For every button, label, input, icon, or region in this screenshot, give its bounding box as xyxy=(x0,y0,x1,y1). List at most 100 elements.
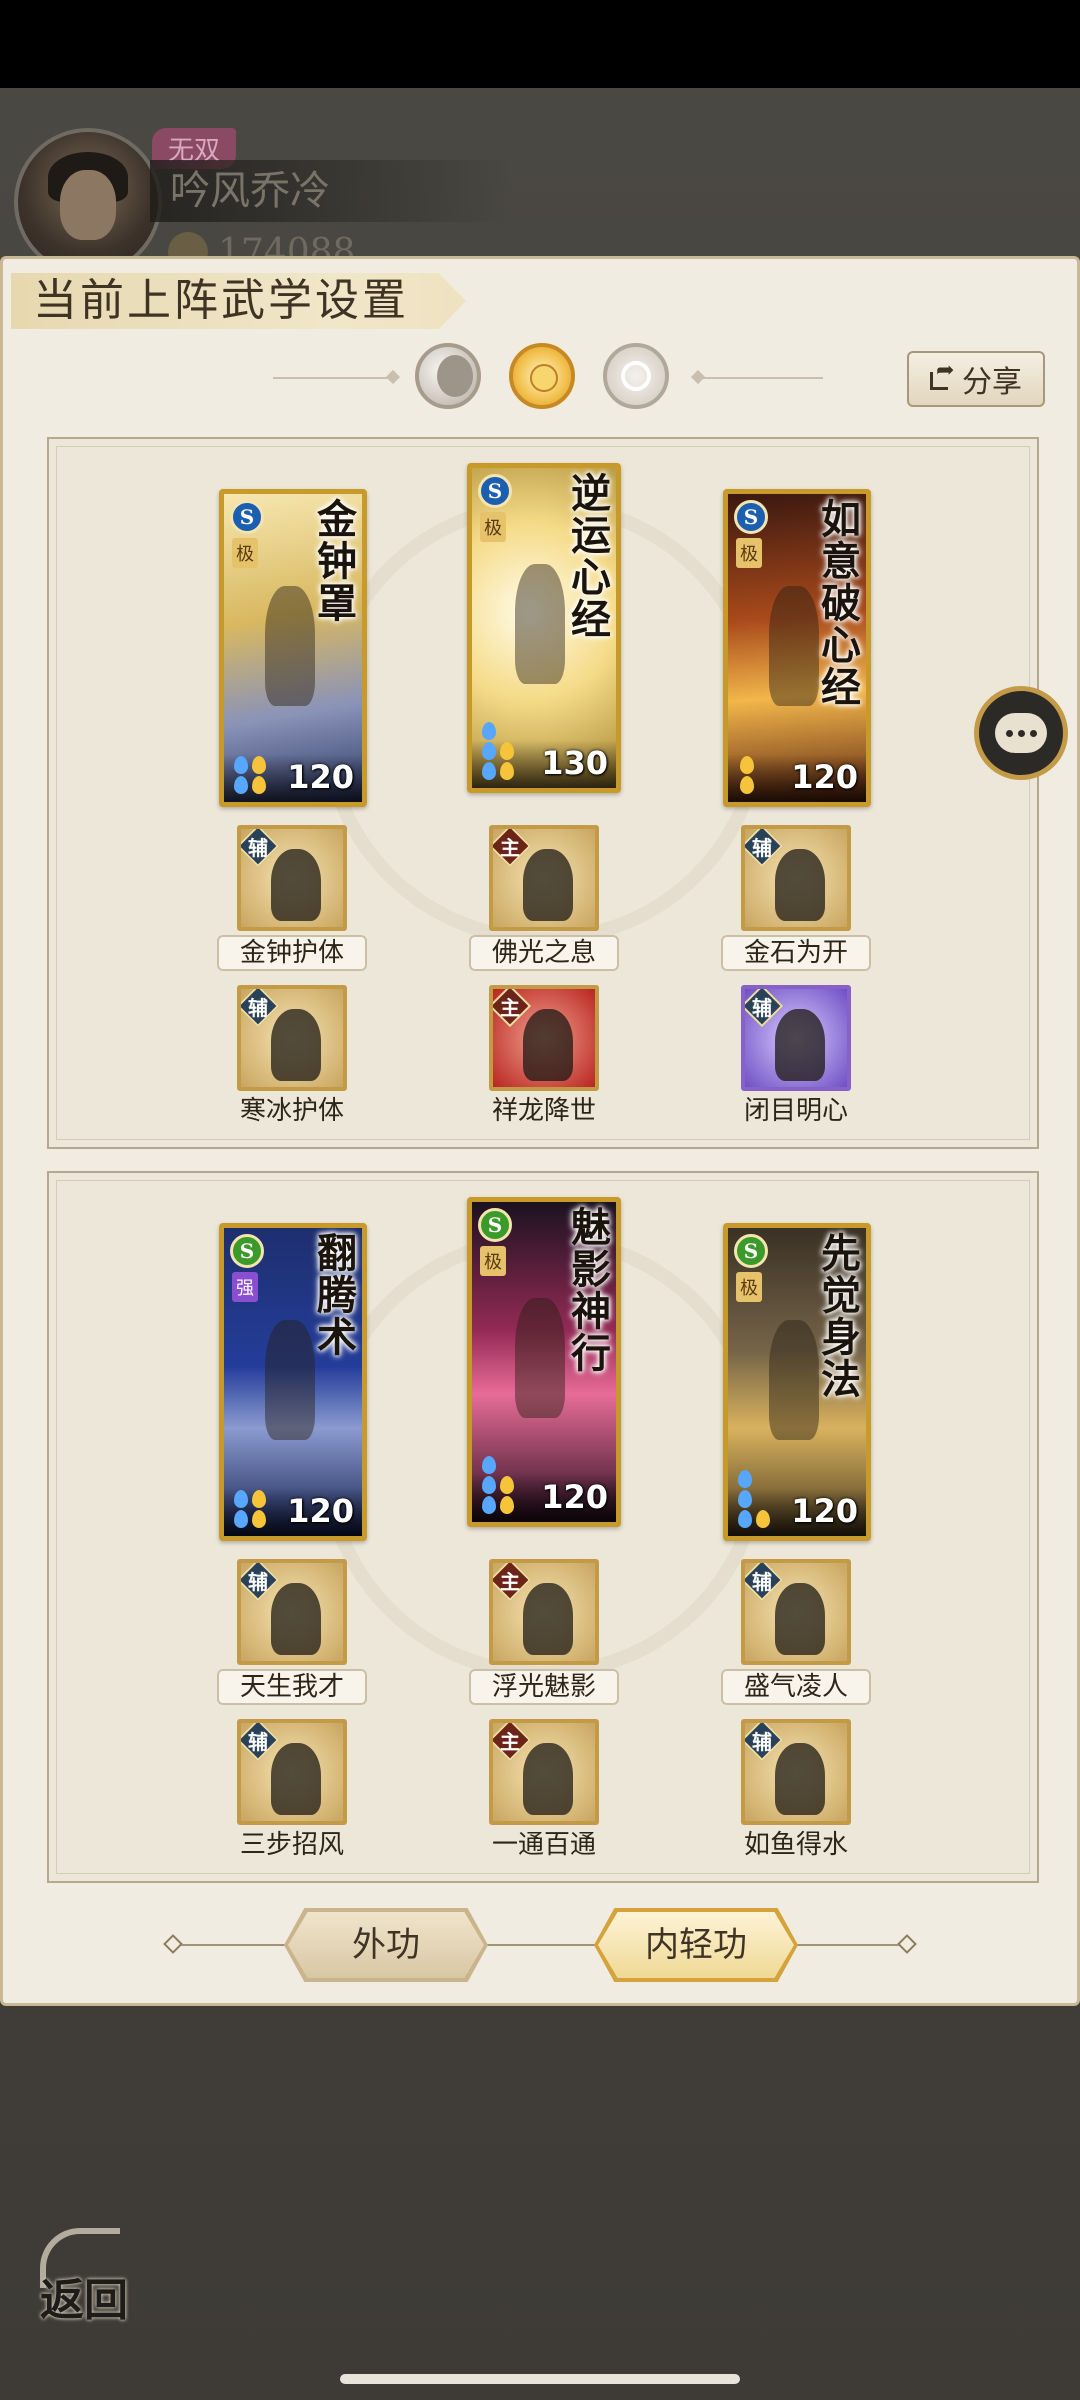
sub-skill-label: 闭目明心 xyxy=(743,1096,848,1126)
gold-gem-icon xyxy=(252,1490,266,1508)
blue-gem-icon xyxy=(738,1510,752,1528)
martial-arts-setup-modal: 当前上阵武学设置 分享 S 极 金钟罩 120 S 极 逆运心经 xyxy=(0,256,1080,2006)
gold-gem-icon xyxy=(756,1510,770,1528)
home-indicator[interactable] xyxy=(340,2374,740,2384)
blue-gem-icon xyxy=(482,1496,496,1514)
chat-button[interactable] xyxy=(974,686,1068,780)
skill-silhouette xyxy=(523,1009,573,1081)
share-button[interactable]: 分享 xyxy=(907,351,1045,407)
sub-skill-icon[interactable]: 主 xyxy=(489,985,599,1091)
gold-gem-icon xyxy=(500,1496,514,1514)
blue-gem-icon xyxy=(482,742,496,760)
sub-skill-label: 祥龙降世 xyxy=(491,1096,596,1126)
sub-skill-label: 盛气凌人 xyxy=(721,1669,871,1705)
divider-left xyxy=(273,377,393,379)
skill-card-4[interactable]: S 强 翻腾术 120 xyxy=(219,1223,367,1541)
agility-type-icon: S xyxy=(478,1208,512,1242)
internal-type-icon: S xyxy=(478,474,512,508)
skill-tag-text: 主 xyxy=(500,1569,520,1594)
assist-tag-icon: 辅 xyxy=(745,1723,781,1759)
skill-silhouette xyxy=(271,1583,321,1655)
sun-phase-icon[interactable] xyxy=(509,343,575,409)
sub-skill-label: 金石为开 xyxy=(721,935,871,971)
internal-type-icon: S xyxy=(734,500,768,534)
tab-divider-left xyxy=(178,1944,290,1946)
player-name: 吟风乔冷 xyxy=(150,160,510,222)
card-figure xyxy=(769,586,820,707)
chat-icon xyxy=(995,713,1047,753)
main-tag-icon: 主 xyxy=(493,1723,529,1759)
sub-skill-icon[interactable]: 辅 xyxy=(741,1719,851,1825)
skill-tag-text: 辅 xyxy=(752,835,772,860)
sub-skill-icon[interactable]: 辅 xyxy=(237,825,347,931)
card-figure xyxy=(769,1320,820,1441)
sub-skill-label: 寒冰护体 xyxy=(239,1096,344,1126)
skill-card-2[interactable]: S 极 逆运心经 130 xyxy=(467,463,621,793)
share-icon xyxy=(930,358,956,392)
card-figure xyxy=(515,1298,566,1418)
card-title: 魅影神行 xyxy=(564,1206,611,1374)
tab-divider-mid xyxy=(484,1944,600,1946)
sub-skill-icon[interactable]: 主 xyxy=(489,825,599,931)
sub-skill-icon[interactable]: 辅 xyxy=(237,985,347,1091)
gold-gem-icon xyxy=(252,756,266,774)
blue-gem-icon xyxy=(234,1510,248,1528)
status-bar xyxy=(0,0,1080,88)
sub-skill-label: 如鱼得水 xyxy=(743,1830,848,1860)
sub-skill-icon[interactable]: 辅 xyxy=(237,1559,347,1665)
card-title: 如意破心经 xyxy=(814,498,861,708)
skill-silhouette xyxy=(271,849,321,921)
card-value: 120 xyxy=(541,1478,608,1516)
assist-tag-icon: 辅 xyxy=(241,1563,277,1599)
tab-neiqing[interactable]: 内轻功 xyxy=(598,1912,794,1978)
main-tag-icon: 主 xyxy=(493,829,529,865)
assist-tag-icon: 辅 xyxy=(241,829,277,865)
blue-gem-icon xyxy=(482,762,496,780)
skill-tag-text: 辅 xyxy=(752,1729,772,1754)
skill-silhouette xyxy=(523,849,573,921)
sub-skill-icon[interactable]: 辅 xyxy=(237,1719,347,1825)
sub-skill-icon[interactable]: 辅 xyxy=(741,985,851,1091)
assist-tag-icon: 辅 xyxy=(241,989,277,1025)
skill-card-3[interactable]: S 极 如意破心经 120 xyxy=(723,489,871,807)
skill-card-5[interactable]: S 极 魅影神行 120 xyxy=(467,1197,621,1527)
sub-skill-icon[interactable]: 主 xyxy=(489,1559,599,1665)
card-value: 120 xyxy=(791,758,858,796)
gold-gem-icon xyxy=(500,762,514,780)
internal-type-icon: S xyxy=(230,500,264,534)
skill-silhouette xyxy=(523,1743,573,1815)
tab-waigong[interactable]: 外功 xyxy=(288,1912,484,1978)
card-grade: 极 xyxy=(736,538,762,568)
back-button[interactable]: 返回 xyxy=(34,2222,144,2326)
skill-card-6[interactable]: S 极 先觉身法 120 xyxy=(723,1223,871,1541)
sub-skill-icon[interactable]: 主 xyxy=(489,1719,599,1825)
card-title: 翻腾术 xyxy=(310,1232,357,1358)
skill-silhouette xyxy=(271,1009,321,1081)
skill-tag-text: 主 xyxy=(500,1729,520,1754)
sub-skill-icon[interactable]: 辅 xyxy=(741,825,851,931)
skill-tag-text: 辅 xyxy=(248,1569,268,1594)
card-grade: 极 xyxy=(232,538,258,568)
panel-waigong-set-2: S 强 翻腾术 120 S 极 魅影神行 120 S 极 先觉身法 120 辅 … xyxy=(47,1171,1039,1883)
sub-skill-label: 佛光之息 xyxy=(469,935,619,971)
blue-gem-icon xyxy=(234,756,248,774)
divider-right xyxy=(703,377,823,379)
sub-skill-label: 金钟护体 xyxy=(217,935,367,971)
moon-phase-3-icon[interactable] xyxy=(603,343,669,409)
assist-tag-icon: 辅 xyxy=(745,829,781,865)
gold-gem-icon xyxy=(500,742,514,760)
card-grade: 强 xyxy=(232,1272,258,1302)
skill-card-1[interactable]: S 极 金钟罩 120 xyxy=(219,489,367,807)
sub-skill-label: 浮光魅影 xyxy=(469,1669,619,1705)
card-value: 120 xyxy=(287,1492,354,1530)
moon-phase-1-icon[interactable] xyxy=(415,343,481,409)
divider-dot-left xyxy=(385,369,401,385)
card-figure xyxy=(265,586,316,707)
sub-skill-icon[interactable]: 辅 xyxy=(741,1559,851,1665)
tab-divider-right xyxy=(794,1944,904,1946)
gold-gem-icon xyxy=(500,1476,514,1494)
skill-silhouette xyxy=(523,1583,573,1655)
player-avatar[interactable] xyxy=(14,128,162,276)
skill-tag-text: 辅 xyxy=(248,835,268,860)
card-value: 120 xyxy=(287,758,354,796)
